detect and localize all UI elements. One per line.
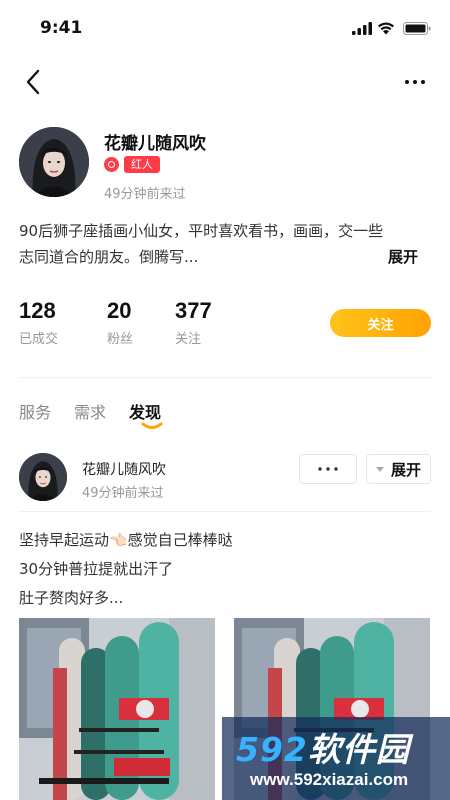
divider [19,511,431,512]
more-icon [318,467,338,471]
chevron-down-icon [375,466,384,472]
stat-label: 已成交 [19,332,59,347]
stat-following[interactable]: 377 关注 [175,297,212,347]
bio-line: 志同道合的朋友。倒腾写... [19,248,199,266]
watermark-url: www.592xiazai.com [250,770,409,789]
tab-requests[interactable]: 需求 [74,399,106,423]
post-expand-label: 展开 [390,460,421,479]
post-time: 49分钟前来过 [82,486,164,501]
watermark-text: 软件园 [307,730,410,769]
watermark-number: 592 [236,730,308,769]
post-photo[interactable] [19,618,215,800]
follow-button[interactable]: 关注 [330,309,431,337]
avatar[interactable] [19,127,89,197]
status-bar: 9:41 [0,0,450,56]
stat-label: 关注 [175,332,202,347]
stat-label: 粉丝 [107,332,134,347]
tab-bar: 服务 需求 发现 [19,399,184,423]
post-line: 坚持早起运动👈🏻感觉自己棒棒哒 [19,531,233,549]
signal-icon [352,22,372,35]
tab-discover[interactable]: 发现 [129,399,161,423]
stat-value: 128 [19,298,56,323]
post-author-name: 花瓣儿随风吹 [82,462,166,478]
bio-line: 90后狮子座插画小仙女，平时喜欢看书，画画，交一些 [19,222,384,240]
verified-icon [104,156,119,172]
stat-value: 377 [175,298,212,323]
snowboard-photo [19,618,215,800]
avatar-image [19,453,67,501]
post-text: 坚持早起运动👈🏻感觉自己棒棒哒 30分钟普拉提就出汗了 肚子赘肉好多... [19,526,429,613]
stat-followers[interactable]: 20 粉丝 [107,297,133,347]
status-time: 9:41 [40,18,83,38]
last-seen: 49分钟前来过 [104,187,186,202]
post-author-avatar[interactable] [19,453,67,501]
post-line: 肚子赘肉好多... [19,589,124,607]
wifi-icon [378,22,394,35]
post-expand-button[interactable]: 展开 [366,454,431,484]
watermark-logo: 592软件园 [236,723,410,771]
more-icon[interactable] [400,72,430,92]
tab-indicator [141,422,163,429]
tab-services[interactable]: 服务 [19,399,51,423]
divider [19,377,431,378]
badge-row: 红人 [104,155,160,173]
post-line: 30分钟普拉提就出汗了 [19,560,174,578]
profile-name: 花瓣儿随风吹 [104,134,206,154]
watermark: 592软件园 www.592xiazai.com [222,717,450,800]
nav-bar [0,60,450,104]
stat-deals[interactable]: 128 已成交 [19,297,58,347]
status-badge: 红人 [124,155,160,173]
back-icon[interactable] [20,66,48,98]
avatar-image [19,127,89,197]
bio-expand-button[interactable]: 展开 [388,246,418,267]
battery-icon [403,22,431,35]
stat-value: 20 [107,298,132,323]
post-more-button[interactable] [299,454,357,484]
bio: 90后狮子座插画小仙女，平时喜欢看书，画画，交一些 志同道合的朋友。倒腾写... [19,218,429,270]
